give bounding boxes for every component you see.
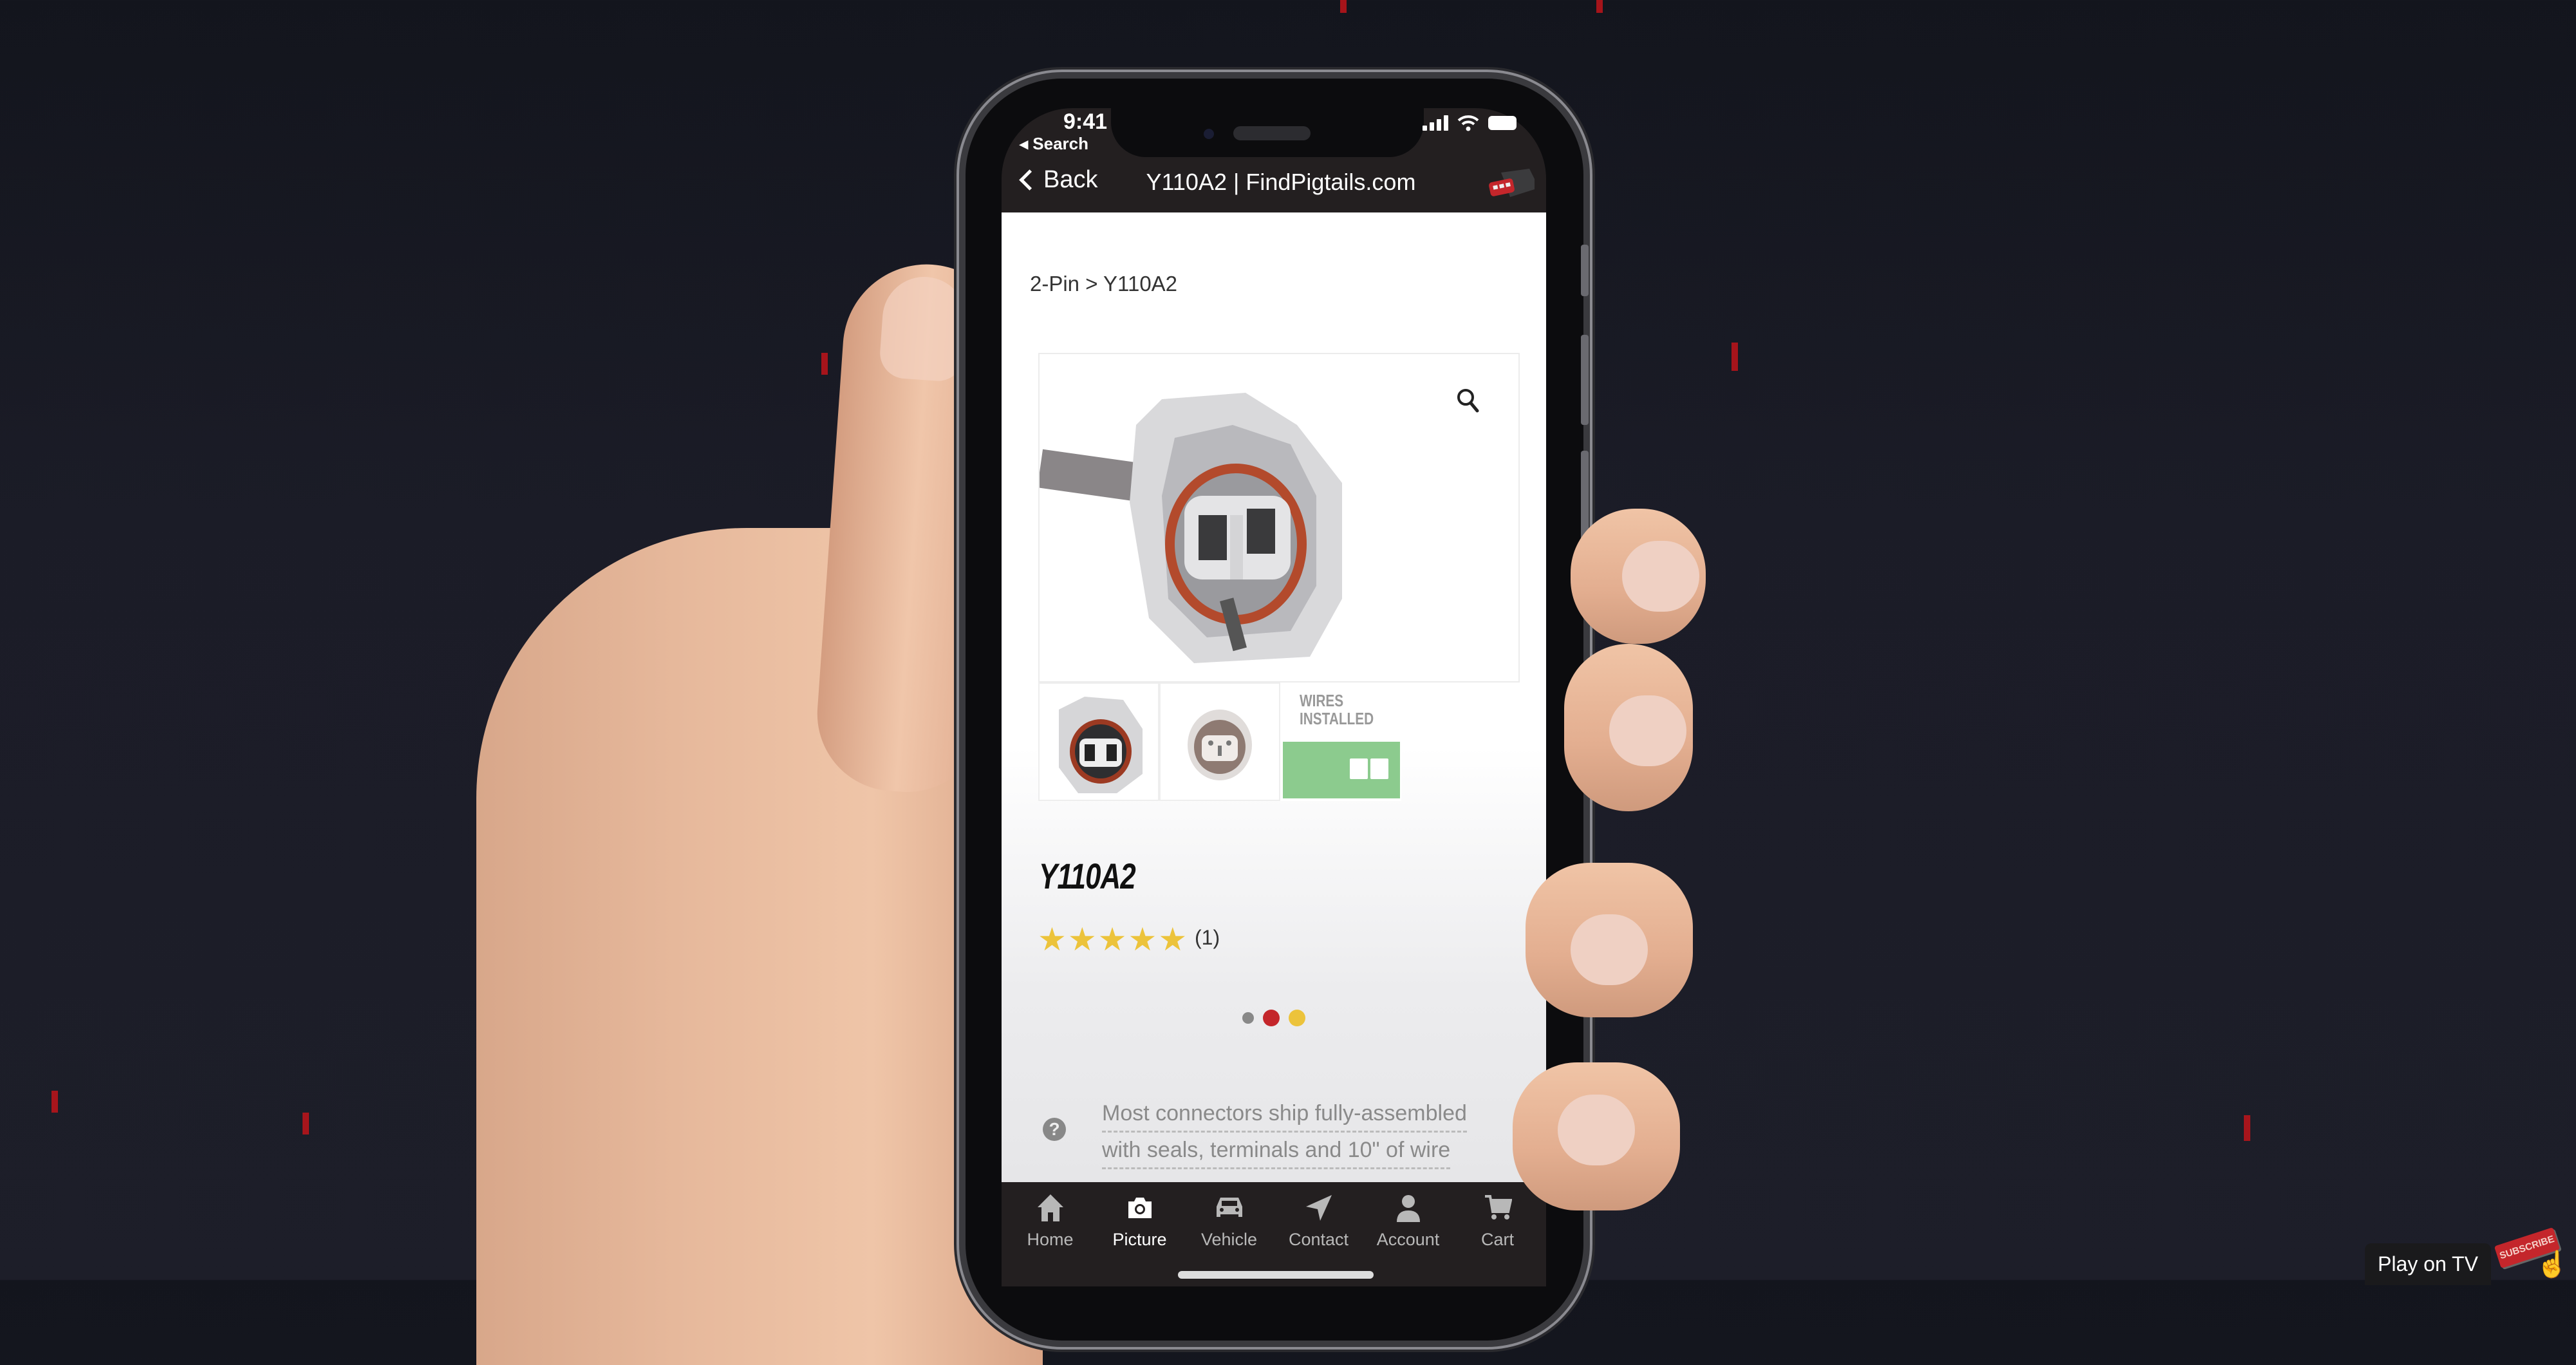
tab-label: Picture bbox=[1112, 1230, 1167, 1249]
cart-icon bbox=[1479, 1189, 1517, 1227]
page-title: Y110A2 | FindPigtails.com bbox=[1146, 169, 1416, 195]
connector-photo bbox=[1040, 393, 1342, 663]
finger-nail bbox=[1622, 541, 1699, 612]
notice-line-1: Most connectors ship fully-assembled bbox=[1102, 1096, 1467, 1133]
tab-contact[interactable]: Contact bbox=[1274, 1182, 1363, 1285]
tab-label: Home bbox=[1027, 1230, 1074, 1249]
star-icon: ★ bbox=[1038, 921, 1067, 957]
terminal-icon bbox=[1350, 758, 1368, 779]
hand-cursor-icon: ☝ bbox=[2536, 1250, 2568, 1279]
tab-label: Vehicle bbox=[1200, 1230, 1258, 1249]
wires-installed-banner bbox=[1283, 742, 1400, 798]
background-dash bbox=[303, 1113, 309, 1134]
zoom-magnifier-icon[interactable] bbox=[1456, 388, 1479, 413]
connector-logo-icon[interactable] bbox=[1487, 166, 1536, 200]
background-dash bbox=[1596, 0, 1603, 13]
play-on-tv-button[interactable]: Play on TV bbox=[2365, 1243, 2491, 1285]
cellular-signal-icon bbox=[1423, 115, 1448, 131]
status-time: 9:41 bbox=[1063, 109, 1108, 134]
connector-thumb-image bbox=[1059, 697, 1143, 793]
color-swatch-red[interactable] bbox=[1263, 1010, 1280, 1026]
tab-vehicle[interactable]: Vehicle bbox=[1184, 1182, 1274, 1285]
back-button[interactable]: Back bbox=[1016, 166, 1097, 194]
thumbnail-connector-front[interactable] bbox=[1038, 682, 1159, 801]
star-icon: ★ bbox=[1158, 921, 1188, 957]
thumbnail-wires-installed[interactable]: WIRES INSTALLED bbox=[1280, 682, 1401, 801]
home-icon bbox=[1031, 1189, 1070, 1227]
thumbnail-connector-rear[interactable] bbox=[1159, 682, 1280, 801]
camera-icon bbox=[1121, 1189, 1159, 1227]
tab-label: Cart bbox=[1480, 1230, 1514, 1249]
finger-nail bbox=[1609, 695, 1686, 766]
background-dash bbox=[1340, 0, 1347, 13]
background-dash bbox=[1731, 343, 1738, 371]
breadcrumb[interactable]: 2-Pin > Y110A2 bbox=[1030, 272, 1177, 296]
product-title: Y110A2 bbox=[1039, 856, 1136, 896]
battery-icon bbox=[1488, 116, 1517, 130]
status-icons bbox=[1423, 115, 1517, 131]
back-label: Back bbox=[1043, 166, 1098, 193]
finger-nail bbox=[1558, 1095, 1635, 1165]
color-options bbox=[1242, 1010, 1305, 1026]
phone-side-button bbox=[1581, 451, 1589, 541]
color-swatch-gray[interactable] bbox=[1242, 1012, 1254, 1024]
chevron-left-icon bbox=[1019, 169, 1040, 191]
car-icon bbox=[1210, 1189, 1249, 1227]
background-dash bbox=[821, 353, 828, 375]
star-icon: ★ bbox=[1097, 921, 1127, 957]
assembly-notice[interactable]: Most connectors ship fully-assembled wit… bbox=[1102, 1096, 1501, 1169]
tab-account[interactable]: Account bbox=[1363, 1182, 1453, 1285]
person-icon bbox=[1389, 1189, 1428, 1227]
connector-rear-thumb-image bbox=[1188, 710, 1252, 780]
tab-home[interactable]: Home bbox=[1005, 1182, 1095, 1285]
phone-camera bbox=[1204, 129, 1214, 139]
notice-line-2: with seals, terminals and 10" of wire bbox=[1102, 1133, 1451, 1169]
wifi-icon bbox=[1457, 115, 1479, 131]
tab-label: Account bbox=[1376, 1230, 1440, 1249]
bottom-tab-bar: Home Picture Vehicle Contact Account Car… bbox=[1002, 1182, 1546, 1285]
terminal-icon bbox=[1370, 758, 1388, 779]
send-icon bbox=[1300, 1189, 1338, 1227]
help-icon[interactable]: ? bbox=[1043, 1118, 1066, 1141]
review-count[interactable]: (1) bbox=[1195, 926, 1220, 950]
star-icon: ★ bbox=[1067, 921, 1097, 957]
home-indicator[interactable] bbox=[1178, 1271, 1374, 1279]
tab-picture[interactable]: Picture bbox=[1095, 1182, 1184, 1285]
star-icon: ★ bbox=[1128, 921, 1157, 957]
star-rating[interactable]: ★ ★ ★ ★ ★ bbox=[1038, 923, 1187, 956]
thumbnail-strip: WIRES INSTALLED bbox=[1038, 682, 1401, 801]
color-swatch-yellow[interactable] bbox=[1289, 1010, 1305, 1026]
background-dash bbox=[51, 1091, 58, 1113]
tab-cart[interactable]: Cart bbox=[1453, 1182, 1542, 1285]
product-main-image[interactable] bbox=[1038, 353, 1520, 682]
finger-nail bbox=[1571, 914, 1648, 985]
phone-speaker bbox=[1233, 126, 1311, 140]
wires-installed-text: WIRES INSTALLED bbox=[1300, 691, 1374, 728]
background-dash bbox=[2244, 1115, 2250, 1141]
back-to-app-link[interactable]: ◂ Search bbox=[1020, 134, 1088, 154]
phone-side-button bbox=[1581, 245, 1589, 296]
phone-side-button bbox=[1581, 335, 1589, 425]
tab-label: Contact bbox=[1288, 1230, 1349, 1249]
